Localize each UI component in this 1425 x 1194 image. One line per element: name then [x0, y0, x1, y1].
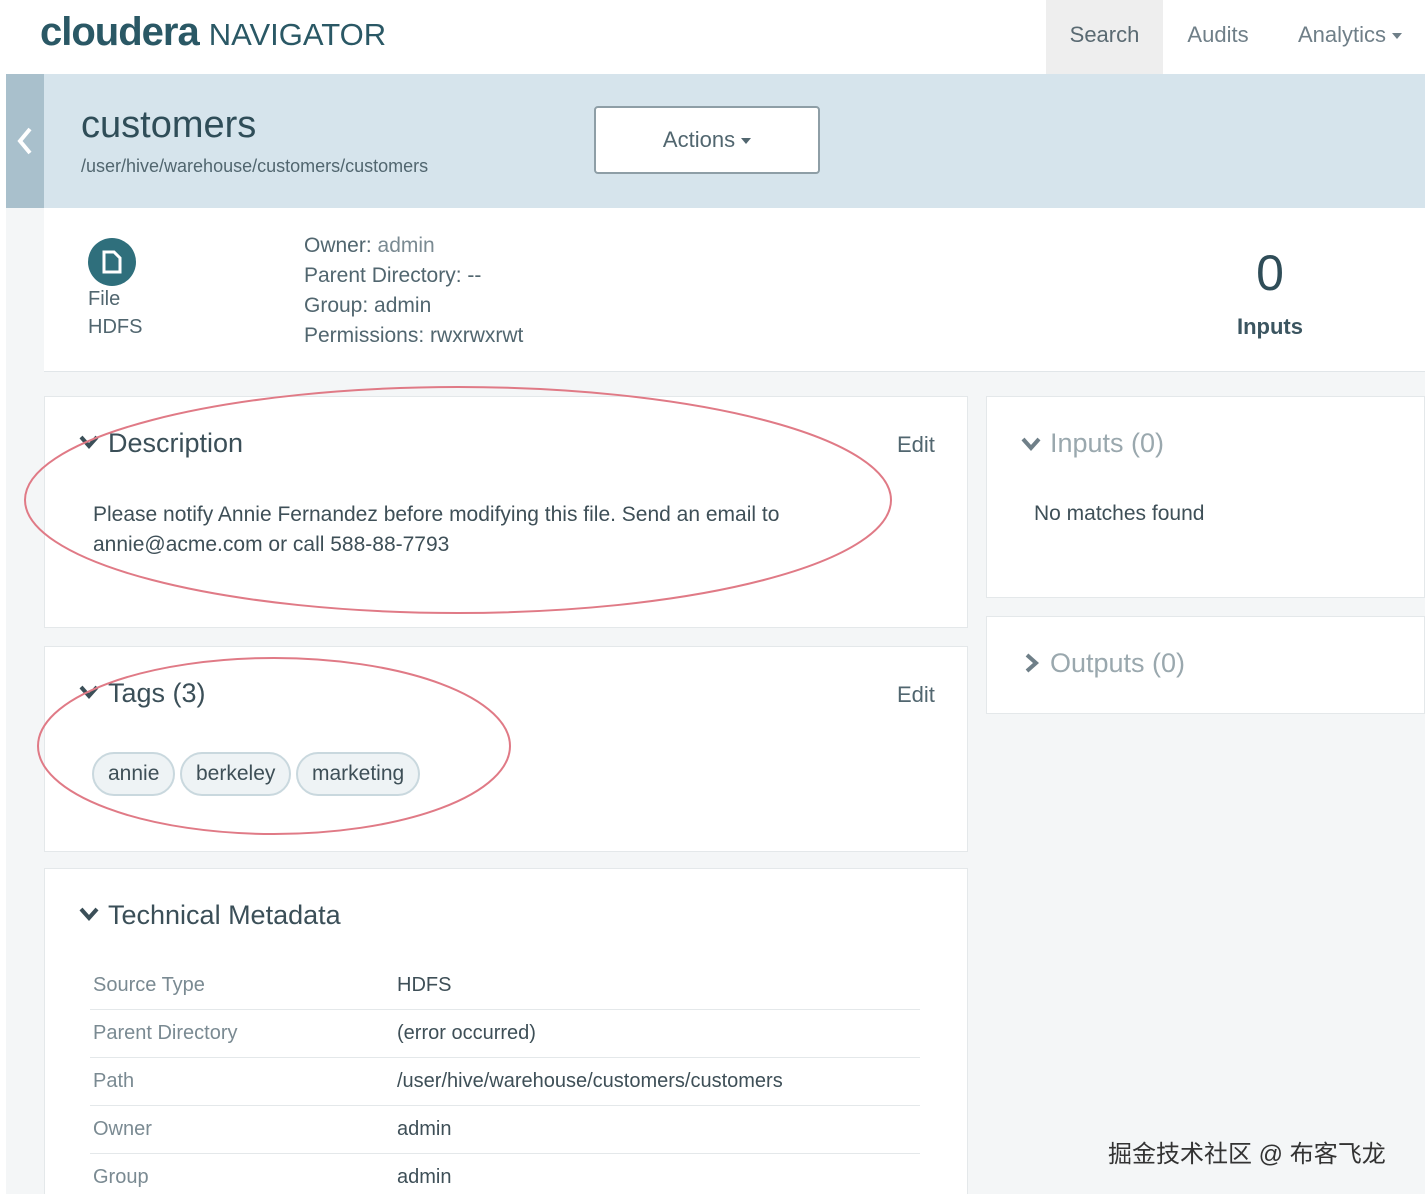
entity-title: customers [81, 104, 257, 146]
nav-search-tab[interactable]: Search [1046, 0, 1163, 74]
top-navbar: cloudera NAVIGATOR Search Audits Analyti… [0, 0, 1425, 74]
metadata-value: /user/hive/warehouse/customers/customers [397, 1070, 783, 1092]
outputs-title[interactable]: Outputs (0) [1050, 648, 1185, 679]
meta-owner-value: admin [377, 234, 435, 257]
meta-permissions: Permissions: rwxrwxrwt [304, 324, 523, 348]
tag-chip[interactable]: annie [92, 752, 176, 796]
metadata-value: admin [397, 1166, 452, 1188]
table-row: Group admin [90, 1154, 920, 1194]
metadata-value: HDFS [397, 974, 452, 996]
chevron-right-icon[interactable] [1024, 652, 1040, 674]
entity-type: File [88, 288, 121, 310]
entity-source: HDFS [88, 316, 143, 338]
metadata-key: Group [93, 1166, 149, 1188]
logo-brand: cloudera [40, 10, 200, 54]
metadata-value: admin [397, 1118, 452, 1140]
metadata-key: Path [93, 1070, 135, 1092]
tags-edit-link[interactable]: Edit [897, 682, 935, 708]
tag-chip[interactable]: berkeley [180, 752, 292, 796]
meta-permissions-value: rwxrwxrwt [430, 324, 524, 347]
technical-metadata-title[interactable]: Technical Metadata [108, 900, 341, 931]
metadata-key: Owner [93, 1118, 152, 1140]
meta-parent-dir-label: Parent Directory: [304, 264, 462, 287]
metadata-key: Parent Directory [93, 1022, 238, 1044]
table-row: Owner admin [90, 1106, 920, 1154]
inputs-empty-message: No matches found [1034, 502, 1205, 525]
chevron-down-icon[interactable] [78, 906, 100, 922]
meta-permissions-label: Permissions: [304, 324, 425, 347]
watermark: 掘金技术社区 @ 布客飞龙 [1108, 1141, 1386, 1168]
table-row: Source Type HDFS [90, 962, 920, 1010]
description-edit-link[interactable]: Edit [897, 432, 935, 458]
meta-parent-dir: Parent Directory: -- [304, 264, 481, 288]
meta-group-value: admin [374, 294, 432, 317]
tag-chip[interactable]: marketing [296, 752, 421, 796]
actions-button[interactable]: Actions [594, 106, 820, 174]
inputs-count[interactable]: 0 [1230, 244, 1310, 302]
metadata-value: (error occurred) [397, 1022, 536, 1044]
nav-audits-tab[interactable]: Audits [1170, 0, 1266, 74]
chevron-down-icon[interactable] [1020, 436, 1042, 452]
app-logo[interactable]: cloudera NAVIGATOR [40, 10, 386, 60]
table-row: Parent Directory (error occurred) [90, 1010, 920, 1058]
entity-path: /user/hive/warehouse/customers/customers [81, 156, 429, 176]
inputs-title[interactable]: Inputs (0) [1050, 428, 1164, 459]
chevron-left-icon [17, 127, 32, 155]
chevron-down-icon [741, 138, 752, 145]
tags-card [44, 646, 968, 852]
table-row: Path/user/hive/warehouse/customers/custo… [90, 1058, 920, 1106]
description-text: Please notify Annie Fernandez before mod… [93, 503, 780, 556]
meta-group: Group: admin [304, 294, 431, 318]
meta-parent-dir-value: -- [467, 264, 482, 287]
metadata-key: Source Type [93, 974, 205, 996]
file-icon [88, 238, 136, 286]
entity-summary [44, 208, 1425, 372]
description-title[interactable]: Description [108, 428, 243, 459]
nav-analytics-menu[interactable]: Analytics [1280, 0, 1420, 74]
nav-analytics-label: Analytics [1297, 22, 1387, 47]
chevron-down-icon[interactable] [78, 434, 100, 450]
tags-title[interactable]: Tags (3) [108, 678, 206, 709]
logo-product: NAVIGATOR [208, 17, 387, 52]
inputs-card [986, 396, 1425, 598]
chevron-down-icon [1392, 33, 1403, 40]
meta-owner-label: Owner: [304, 234, 372, 257]
meta-group-label: Group: [304, 294, 369, 317]
back-button[interactable] [6, 74, 44, 208]
chevron-down-icon[interactable] [78, 684, 100, 700]
inputs-count-label[interactable]: Inputs [1218, 314, 1322, 340]
actions-label: Actions [662, 127, 736, 152]
meta-owner: Owner: admin [304, 234, 435, 258]
